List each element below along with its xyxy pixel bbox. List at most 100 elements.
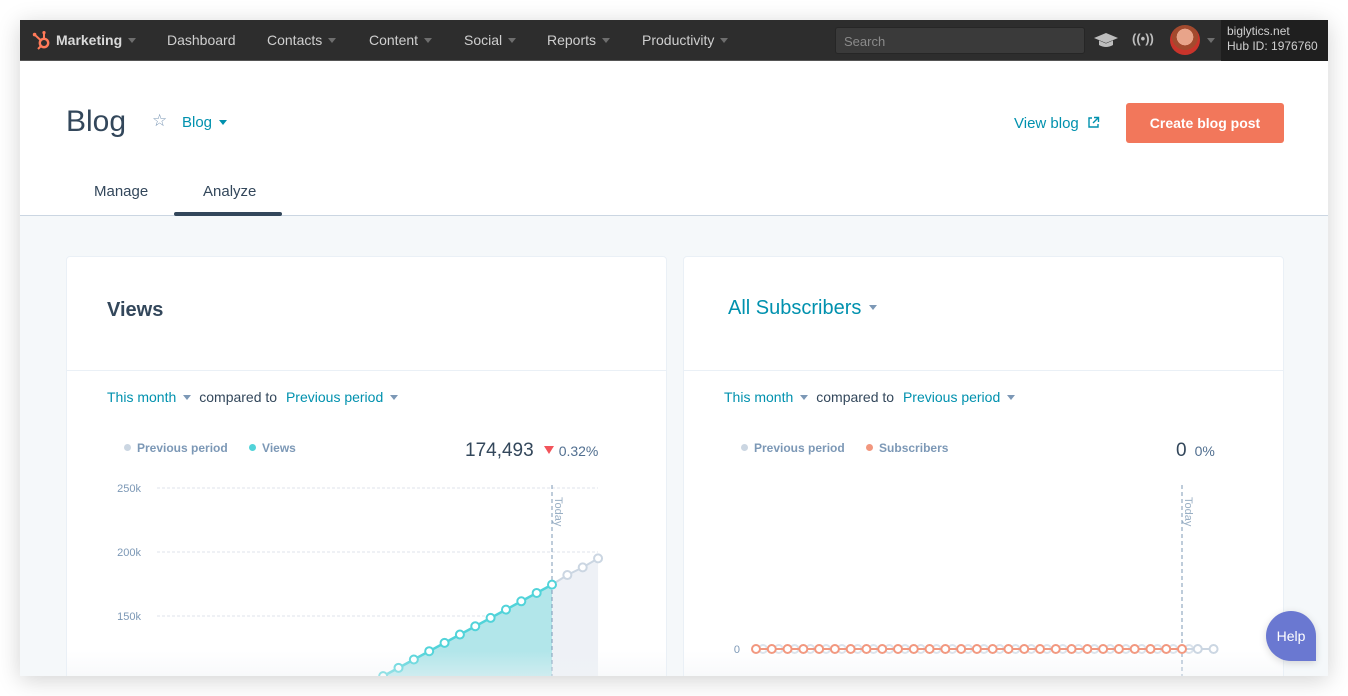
nav-productivity[interactable]: Productivity: [642, 32, 729, 48]
subscribers-point: [1003, 644, 1014, 654]
subscribers-point: [1113, 644, 1124, 654]
create-blog-post-button[interactable]: Create blog post: [1126, 103, 1284, 143]
subscribers-point: [924, 644, 935, 654]
subscribers-point: [766, 644, 777, 654]
y-tick-label: 250k: [117, 483, 141, 495]
chevron-down-icon: [720, 38, 729, 43]
star-icon[interactable]: ☆: [152, 111, 167, 131]
subscribers-point: [1129, 644, 1140, 654]
subscribers-point: [987, 644, 998, 654]
search-input[interactable]: Search: [835, 27, 1085, 54]
tab-manage[interactable]: Manage: [94, 183, 148, 200]
nav-content-label: Content: [369, 32, 419, 48]
tab-analyze[interactable]: Analyze: [203, 183, 256, 200]
chevron-down-icon: [508, 38, 517, 43]
subscribers-point: [893, 644, 903, 654]
nav-contacts[interactable]: Contacts: [267, 32, 337, 48]
page-header: Blog ☆ Blog View blog Create blog post M…: [20, 61, 1328, 216]
view-blog-link[interactable]: View blog: [1014, 115, 1100, 132]
views-point: [485, 612, 496, 623]
subscribers-point: [1098, 644, 1109, 654]
y-tick-label: 0: [734, 644, 740, 656]
subscribers-card: All Subscribers This month compared to Pr…: [683, 256, 1284, 676]
chevron-down-icon: [602, 38, 611, 43]
top-navigation: Marketing Dashboard Contacts Content Soc…: [20, 20, 1328, 61]
views-card: Views This month compared to Previous per…: [66, 256, 667, 676]
nav-marketing-label: Marketing: [56, 32, 123, 48]
subscribers-point: [908, 644, 919, 654]
chevron-down-icon: [128, 38, 137, 43]
views-point: [470, 621, 481, 632]
views-point: [424, 646, 435, 657]
nav-social[interactable]: Social: [464, 32, 517, 48]
previous-period-point: [593, 553, 604, 564]
external-link-icon: [1088, 116, 1100, 128]
nav-reports-label: Reports: [547, 32, 597, 48]
subscribers-point: [1019, 644, 1030, 654]
subscribers-point: [829, 644, 840, 654]
active-tab-indicator: [174, 212, 282, 216]
previous-period-point: [1208, 644, 1219, 654]
nav-reports[interactable]: Reports: [547, 32, 611, 48]
views-point: [500, 604, 511, 615]
previous-period-point: [577, 562, 588, 573]
nav-contacts-label: Contacts: [267, 32, 323, 48]
y-tick-label: 200k: [117, 547, 141, 559]
views-point: [547, 579, 557, 590]
nav-dashboard-label: Dashboard: [167, 32, 236, 48]
subscribers-point: [1161, 644, 1172, 654]
subscribers-chart: 0 Today: [734, 485, 1219, 676]
chevron-down-icon: [219, 120, 228, 125]
subscribers-point: [877, 644, 888, 654]
subscribers-point: [845, 644, 856, 654]
subscribers-point: [971, 644, 982, 654]
blog-selector-label: Blog: [182, 114, 213, 131]
views-point: [516, 596, 527, 607]
views-point: [439, 637, 450, 648]
subscribers-point: [940, 644, 951, 654]
subscribers-point: [956, 644, 967, 654]
nav-dashboard[interactable]: Dashboard: [167, 32, 236, 48]
avatar[interactable]: [1170, 25, 1200, 55]
subscribers-point: [1066, 644, 1077, 654]
chevron-down-icon: [328, 38, 337, 43]
views-point: [454, 629, 465, 640]
previous-period-point: [1192, 644, 1203, 654]
today-label: Today: [1182, 497, 1194, 527]
subscribers-point: [1145, 644, 1156, 654]
today-label: Today: [552, 497, 564, 527]
views-point: [393, 662, 404, 673]
nav-productivity-label: Productivity: [642, 32, 715, 48]
subscribers-point: [1177, 644, 1187, 654]
subscribers-point: [861, 644, 872, 654]
hubspot-logo-icon[interactable]: [32, 30, 52, 50]
subscribers-point: [798, 644, 809, 654]
app-window: Marketing Dashboard Contacts Content Soc…: [20, 20, 1328, 676]
blog-selector-dropdown[interactable]: Blog: [182, 114, 228, 131]
chevron-down-icon: [424, 38, 433, 43]
views-chart: 250k 200k 150k Today: [117, 483, 604, 676]
subscribers-point: [1082, 644, 1093, 654]
account-hub-id: Hub ID: 1976760: [1227, 39, 1318, 53]
subscribers-point: [814, 644, 825, 654]
previous-period-area: [552, 558, 599, 676]
page-title: Blog: [66, 105, 127, 138]
notifications-icon[interactable]: ((•)): [1132, 31, 1154, 46]
views-point: [408, 654, 419, 665]
academy-icon[interactable]: [1092, 30, 1120, 50]
subscribers-point: [1035, 644, 1045, 654]
help-button[interactable]: Help: [1266, 611, 1316, 661]
account-info[interactable]: biglytics.net Hub ID: 1976760: [1221, 20, 1328, 61]
chevron-down-icon[interactable]: [1207, 38, 1215, 43]
views-point: [531, 587, 542, 598]
account-domain: biglytics.net: [1227, 24, 1290, 38]
nav-marketing[interactable]: Marketing: [56, 32, 137, 48]
nav-content[interactable]: Content: [369, 32, 433, 48]
subscribers-point: [782, 644, 793, 654]
view-blog-label: View blog: [1014, 115, 1079, 132]
views-point: [378, 671, 389, 676]
previous-period-point: [562, 570, 573, 581]
nav-social-label: Social: [464, 32, 503, 48]
subscribers-point: [1050, 644, 1061, 654]
y-tick-label: 150k: [117, 611, 141, 623]
